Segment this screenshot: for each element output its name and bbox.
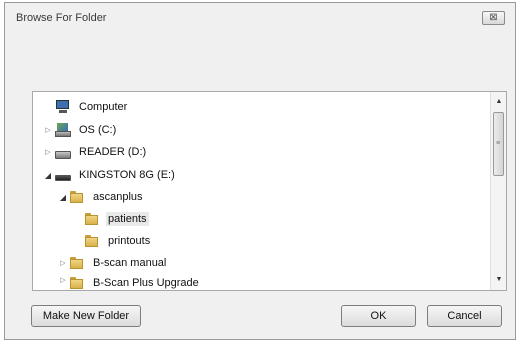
tree-item-ascanplus[interactable]: ◢ ascanplus (58, 188, 145, 206)
tree-item-label: KINGSTON 8G (E:) (79, 169, 175, 181)
computer-icon (55, 100, 71, 114)
make-new-folder-button[interactable]: Make New Folder (31, 305, 141, 327)
close-icon: ⊠ (489, 12, 498, 23)
usb-drive-icon (55, 175, 71, 181)
tree-item-label: Computer (79, 101, 128, 113)
tree-item-computer[interactable]: Computer (43, 98, 129, 116)
expand-arrow-icon[interactable]: ▷ (43, 126, 53, 134)
folder-icon (85, 234, 100, 248)
dialog-title: Browse For Folder (16, 12, 107, 24)
tree-item-printouts[interactable]: printouts (73, 232, 152, 250)
expand-arrow-icon[interactable]: ▷ (43, 148, 53, 156)
tree-item-kingston-e[interactable]: ◢ KINGSTON 8G (E:) (43, 166, 177, 184)
browse-for-folder-dialog: Browse For Folder ⊠ Computer ▷ OS (C:) ▷… (4, 2, 516, 340)
tree-item-patients[interactable]: patients (73, 210, 149, 228)
collapse-arrow-icon[interactable]: ◢ (43, 171, 53, 180)
vertical-scrollbar[interactable]: ▲ ≡ ▼ (490, 92, 506, 290)
grip-icon: ≡ (496, 140, 500, 147)
cancel-button[interactable]: Cancel (427, 305, 502, 327)
tree-item-label: B-scan manual (93, 257, 167, 269)
tree-item-label: patients (106, 212, 149, 226)
folder-icon (70, 256, 85, 270)
folder-icon (70, 276, 85, 290)
tree-item-b-scan-plus-upgrade[interactable]: ▷ B-Scan Plus Upgrade (58, 276, 201, 290)
collapse-arrow-icon[interactable]: ◢ (58, 193, 68, 202)
folder-icon (70, 190, 85, 204)
expand-arrow-icon[interactable]: ▷ (58, 259, 68, 267)
tree-item-reader-d[interactable]: ▷ READER (D:) (43, 143, 148, 161)
tree-item-label: READER (D:) (79, 146, 147, 158)
title-bar: Browse For Folder ⊠ (5, 3, 515, 31)
tree-item-label: printouts (108, 235, 151, 247)
expand-arrow-icon[interactable]: ▷ (58, 276, 68, 284)
tree-item-label: B-Scan Plus Upgrade (93, 277, 199, 289)
folder-tree[interactable]: Computer ▷ OS (C:) ▷ READER (D:) ◢ KINGS… (32, 91, 507, 291)
drive-icon (55, 151, 71, 159)
scroll-thumb[interactable]: ≡ (493, 112, 504, 176)
close-button[interactable]: ⊠ (482, 11, 505, 25)
tree-item-label: OS (C:) (79, 124, 117, 136)
tree-item-os-c[interactable]: ▷ OS (C:) (43, 121, 118, 139)
tree-item-b-scan-manual[interactable]: ▷ B-scan manual (58, 254, 168, 272)
scroll-up-arrow-icon[interactable]: ▲ (491, 95, 507, 109)
scroll-down-arrow-icon[interactable]: ▼ (491, 273, 507, 287)
tree-item-label: ascanplus (93, 191, 143, 203)
hard-drive-icon (55, 123, 71, 137)
folder-icon (85, 212, 100, 226)
ok-button[interactable]: OK (341, 305, 416, 327)
